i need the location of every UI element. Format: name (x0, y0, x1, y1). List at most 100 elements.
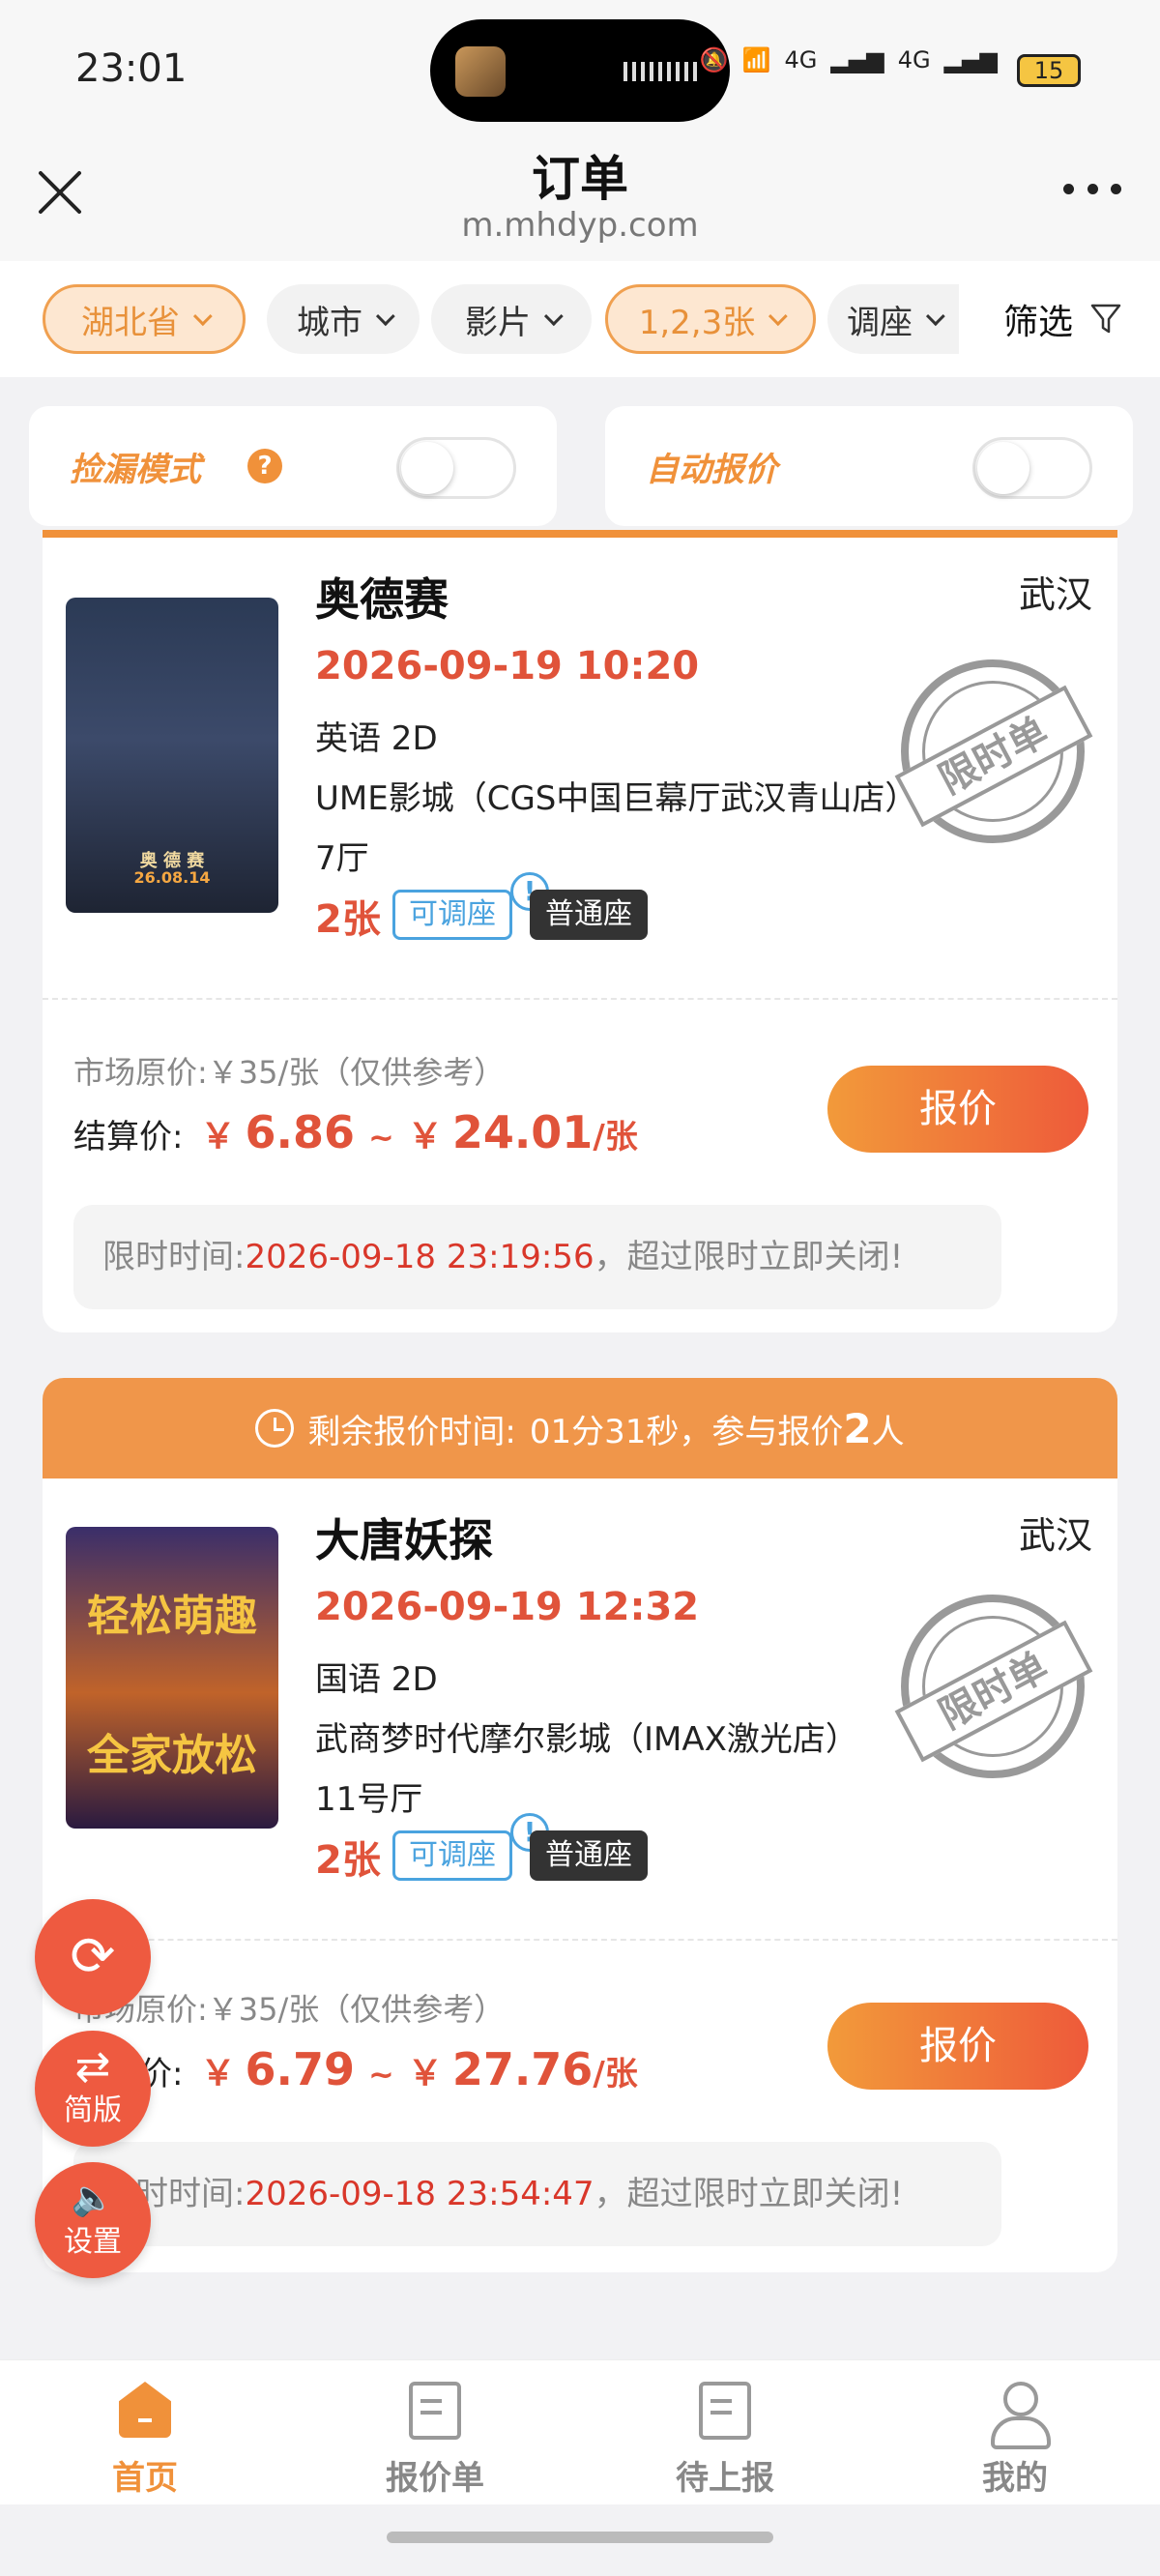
countdown-mid: ，参与报价 (679, 1412, 844, 1451)
tab-pending[interactable]: 待上报 (628, 2382, 822, 2499)
hall-name: 7厅 (315, 839, 369, 878)
chevron-down-icon (925, 307, 945, 327)
movie-title: 奥德赛 (315, 573, 449, 626)
filter-tickets[interactable]: 1,2,3张 (605, 284, 816, 354)
more-icon[interactable] (1063, 179, 1121, 198)
refresh-button[interactable]: ⟳ (35, 1899, 151, 2015)
help-icon[interactable]: ? (247, 449, 282, 483)
simple-mode-button[interactable]: ⇄ 简版 (35, 2031, 151, 2147)
status-time: 23:01 (75, 46, 188, 91)
settings-label: 设置 (64, 2225, 122, 2259)
filter-button[interactable]: 筛选 (1003, 284, 1121, 354)
swap-icon: ⇄ (74, 2042, 111, 2092)
countdown-suffix: 人 (871, 1412, 905, 1451)
chevron-down-icon (543, 307, 564, 327)
chevron-down-icon (375, 307, 395, 327)
price-max: 27.76 (451, 2043, 594, 2095)
tab-label: 报价单 (386, 2459, 484, 2498)
seat-type-tag: 普通座 (530, 1830, 648, 1881)
poster-slogan-bottom: 全家放松 (87, 1731, 257, 1780)
network-label-2: 4G (897, 46, 931, 73)
home-icon (119, 2382, 171, 2438)
filter-province[interactable]: 湖北省 (43, 284, 246, 354)
hall-name: 11号厅 (315, 1780, 423, 1819)
tab-label: 我的 (982, 2459, 1048, 2498)
cinema-name: UME影城（CGS中国巨幕厅武汉青山店） (315, 779, 918, 818)
user-icon (989, 2382, 1051, 2449)
page-title: 订单 (532, 151, 628, 207)
price-unit: /张 (593, 1118, 638, 1156)
city-label: 武汉 (1018, 1514, 1092, 1557)
ticket-count: 2张 (315, 1838, 381, 1883)
network-label-1: 4G (784, 46, 818, 73)
leak-mode-label: 捡漏模式 (70, 451, 201, 489)
deadline-box: 限时时间:2026-09-18 23:54:47，超过限时立即关闭! (73, 2142, 1001, 2246)
filter-movie[interactable]: 影片 (431, 284, 592, 354)
chevron-down-icon (192, 307, 213, 327)
tab-profile[interactable]: 我的 (918, 2382, 1112, 2499)
quote-button[interactable]: 报价 (827, 2003, 1088, 2090)
price-separator: ~ (367, 2056, 394, 2093)
status-icons: 🔕 📶 4G ▂▄▆ 4G ▂▄▆ (700, 46, 998, 73)
deadline-note: ，超过限时立即关闭! (594, 1238, 904, 1276)
status-bar: 23:01 🔕 📶 4G ▂▄▆ 4G ▂▄▆ 15 (0, 0, 1160, 140)
order-card: 剩余报价时间: 01分31秒 ，参与报价 2 人 轻松萌趣 全家放松 大唐妖探 … (43, 1378, 1117, 2272)
divider (43, 1939, 1117, 1941)
settings-button[interactable]: 🔈 设置 (35, 2162, 151, 2278)
currency: ￥ (407, 1117, 443, 1156)
switch-knob (977, 442, 1030, 494)
document-icon (409, 2382, 461, 2440)
quote-button[interactable]: 报价 (827, 1066, 1088, 1153)
mute-icon: 🔕 (699, 46, 729, 73)
auto-quote-card: 自动报价 (605, 406, 1133, 526)
clock-icon (255, 1409, 295, 1448)
bidder-count: 2 (843, 1404, 872, 1452)
showtime: 2026-09-19 12:32 (315, 1585, 700, 1629)
home-indicator[interactable] (387, 2532, 773, 2543)
filter-tickets-label: 1,2,3张 (638, 303, 756, 342)
city-label: 武汉 (1018, 573, 1092, 616)
showtime: 2026-09-19 10:20 (315, 644, 700, 688)
poster-slogan-top: 轻松萌趣 (87, 1592, 257, 1641)
countdown-prefix: 剩余报价时间: (307, 1412, 516, 1451)
auto-quote-switch[interactable] (972, 437, 1092, 499)
speaker-icon: 🔈 (71, 2179, 115, 2218)
countdown-banner: 剩余报价时间: 01分31秒 ，参与报价 2 人 (43, 1378, 1117, 1478)
filter-city[interactable]: 城市 (267, 284, 420, 354)
deadline-label: 限时时间: (102, 1238, 246, 1276)
movie-poster: 轻松萌趣 全家放松 (66, 1527, 278, 1829)
movie-title: 大唐妖探 (315, 1514, 493, 1566)
poster-date: 26.08.14 (133, 868, 211, 887)
tab-quotes[interactable]: 报价单 (338, 2382, 532, 2499)
deadline-box: 限时时间:2026-09-18 23:19:56，超过限时立即关闭! (73, 1205, 1001, 1309)
filter-movie-label: 影片 (465, 303, 531, 342)
price-max: 24.01 (451, 1106, 594, 1158)
refresh-icon: ⟳ (70, 1925, 116, 1988)
filter-seat-label: 调座 (847, 303, 913, 342)
currency: ￥ (200, 1117, 236, 1156)
header: 订单 m.mhdyp.com (0, 140, 1160, 261)
deadline-note: ，超过限时立即关闭! (594, 2175, 904, 2213)
movie-poster: 奥 德 赛 26.08.14 (66, 598, 278, 913)
tab-bar: 首页 报价单 待上报 我的 (0, 2359, 1160, 2504)
deadline-time: 2026-09-18 23:19:56 (245, 1238, 594, 1276)
ticket-count: 2张 (315, 897, 381, 942)
price-separator: ~ (367, 1119, 394, 1156)
battery-icon: 15 (1017, 54, 1081, 87)
chevron-down-icon (768, 307, 788, 327)
signal-icon: ▂▄▆ (830, 46, 884, 73)
tab-home[interactable]: 首页 (48, 2382, 242, 2499)
filter-city-label: 城市 (297, 303, 362, 342)
price-min: 6.79 (245, 2043, 355, 2095)
movie-format: 国语 2D (315, 1660, 438, 1699)
price-unit: /张 (593, 2055, 638, 2093)
leak-mode-card: 捡漏模式 ? (29, 406, 557, 526)
leak-mode-switch[interactable] (396, 437, 516, 499)
wifi-icon: 📶 (741, 46, 771, 73)
filter-icon (1090, 304, 1121, 334)
filter-seat[interactable]: 调座 (827, 284, 959, 354)
currency: ￥ (200, 2054, 236, 2093)
divider (43, 998, 1117, 1000)
movie-format: 英语 2D (315, 719, 438, 758)
price-min: 6.86 (245, 1106, 355, 1158)
